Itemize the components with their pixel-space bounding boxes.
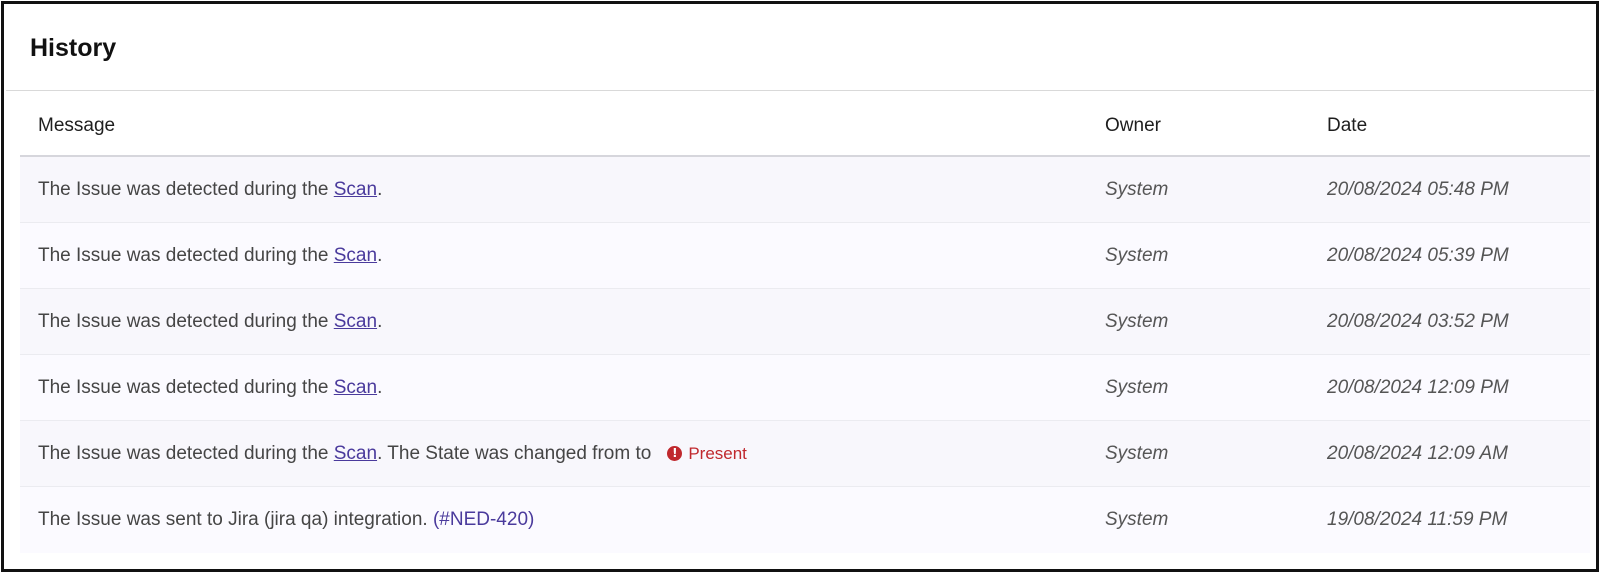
message-cell: The Issue was sent to Jira (jira qa) int… [38,487,534,553]
date-cell: 20/08/2024 12:09 PM [1327,376,1509,398]
message-suffix: . [377,178,383,200]
message-cell: The Issue was detected during the Scan. [38,355,382,420]
scan-link[interactable]: Scan [334,311,377,333]
table-header: Message Owner Date [20,96,1590,157]
column-header-message[interactable]: Message [38,96,115,155]
jira-ticket-link[interactable]: (#NED-420) [433,509,534,531]
owner-cell: System [1105,442,1169,464]
message-suffix: . The State was changed from to [377,442,652,464]
owner-cell: System [1105,310,1169,332]
table-row: The Issue was detected during the Scan. … [20,157,1590,223]
owner-cell: System [1105,376,1169,398]
message-text: The Issue was detected during the [38,442,329,464]
message-text: The Issue was detected during the [38,310,329,332]
message-suffix: . [377,310,383,332]
history-table: Message Owner Date The Issue was detecte… [20,96,1590,553]
table-row: The Issue was detected during the Scan. … [20,421,1590,487]
message-text: The Issue was detected during the [38,244,329,266]
date-cell: 20/08/2024 05:48 PM [1327,178,1509,200]
exclamation-circle-icon: ! [667,446,683,461]
date-cell: 19/08/2024 11:59 PM [1327,509,1508,530]
message-cell: The Issue was detected during the Scan. [38,223,382,288]
scan-link[interactable]: Scan [334,179,377,201]
table-row: The Issue was detected during the Scan. … [20,355,1590,421]
date-cell: 20/08/2024 03:52 PM [1327,310,1509,332]
scan-link[interactable]: Scan [334,245,377,267]
title-divider [6,90,1594,91]
scan-link[interactable]: Scan [334,377,377,399]
message-cell: The Issue was detected during the Scan. [38,289,382,354]
table-row: The Issue was sent to Jira (jira qa) int… [20,487,1590,553]
message-text: The Issue was detected during the [38,376,329,398]
table-row: The Issue was detected during the Scan. … [20,223,1590,289]
owner-cell: System [1105,509,1169,530]
scan-link[interactable]: Scan [334,443,377,465]
owner-cell: System [1105,178,1169,200]
message-cell: The Issue was detected during the Scan. … [38,421,747,486]
history-panel: History Message Owner Date The Issue was… [1,1,1599,572]
panel-title: History [30,34,117,62]
owner-cell: System [1105,244,1169,266]
table-row: The Issue was detected during the Scan. … [20,289,1590,355]
date-cell: 20/08/2024 12:09 AM [1327,442,1508,464]
date-cell: 20/08/2024 05:39 PM [1327,244,1509,266]
message-suffix: . [377,244,383,266]
column-header-owner[interactable]: Owner [1105,96,1161,155]
message-cell: The Issue was detected during the Scan. [38,157,382,222]
state-badge: ! Present [667,444,747,464]
column-header-date[interactable]: Date [1327,96,1367,155]
message-text: The Issue was sent to Jira (jira qa) int… [38,509,428,530]
message-text: The Issue was detected during the [38,178,329,200]
message-suffix: . [377,376,383,398]
state-label: Present [688,443,747,463]
